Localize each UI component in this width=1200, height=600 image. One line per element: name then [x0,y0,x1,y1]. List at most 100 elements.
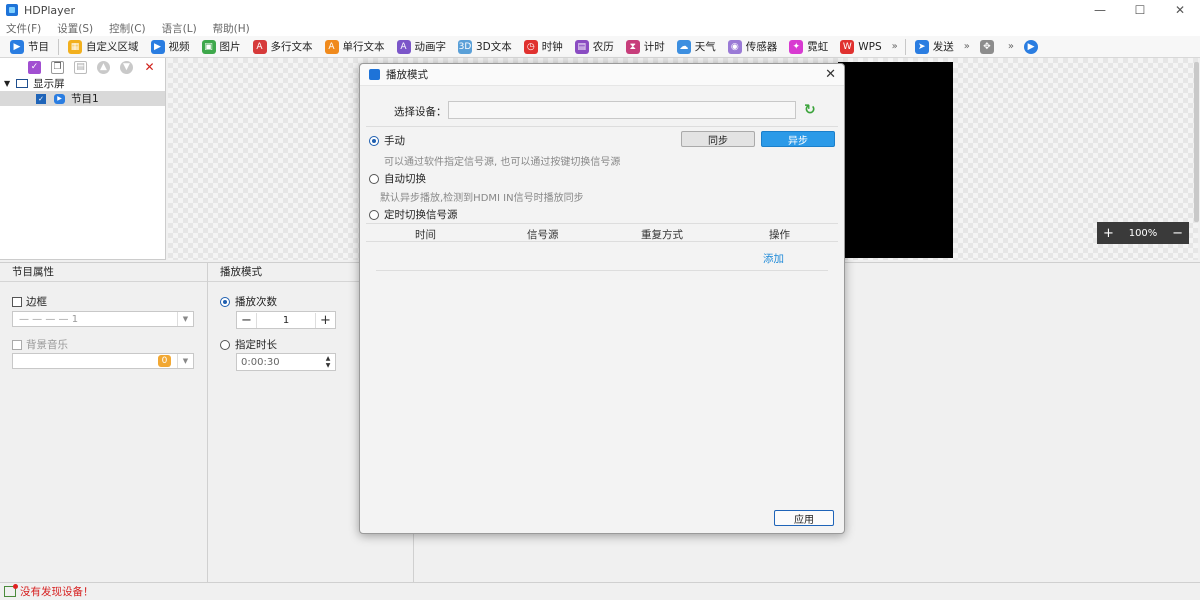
toolbar-wps-button[interactable]: W WPS [834,36,887,58]
menu-language[interactable]: 语言(L) [162,21,197,36]
play-count-radio[interactable] [220,296,230,307]
toolbar-item-label: 视频 [168,41,190,53]
border-select[interactable]: — — — — 1 ▼ [12,311,194,327]
clock-icon: ◷ [523,39,538,54]
program-checkbox[interactable]: ✓ [36,93,46,104]
toolbar-animated-text-button[interactable]: A 动画字 [391,36,453,58]
toolbar-weather-button[interactable]: ☁ 天气 [671,36,722,58]
program-tree-panel: ✓ ❐ ▤ ▲ ▼ ✕ ▼ 显示屏 ✓ ▶ 节目1 [0,58,166,260]
chevron-down-icon[interactable]: ▼ [177,312,193,326]
app-logo-icon [6,4,18,16]
close-icon[interactable]: ✕ [825,67,836,82]
border-label: 边框 [26,296,47,308]
play-circle-icon: ▶ [1024,39,1039,54]
play-preview-button[interactable]: ▶ [1018,36,1048,58]
toolbar-more-button[interactable]: » [888,41,902,52]
device-select[interactable] [448,101,796,119]
3d-text-icon: 3D [458,39,472,54]
auto-switch-radio-row[interactable]: 自动切换 [369,171,426,186]
tree-item-screen[interactable]: ▼ 显示屏 [0,76,165,91]
chevron-down-icon[interactable]: ▼ [177,354,193,368]
menu-help[interactable]: 帮助(H) [213,21,250,36]
program-props-header: 节目属性 [0,262,207,282]
spin-arrows-icon[interactable]: ▲ ▼ [321,355,335,369]
decrement-button[interactable]: − [237,312,257,328]
play-count-radio-row[interactable]: 播放次数 [220,294,277,309]
toolbar-more-button[interactable]: » [1004,41,1018,52]
toolbar-item-label: 天气 [694,41,716,53]
increment-button[interactable]: + [315,312,335,328]
toolbar-clock-button[interactable]: ◷ 时钟 [518,36,569,58]
toolbar-neon-button[interactable]: ✦ 霓虹 [783,36,834,58]
canvas-scrollbar[interactable] [1194,62,1199,222]
move-down-icon[interactable]: ▼ [120,60,133,74]
duration-value[interactable]: 0:00:30 [237,357,321,368]
delete-icon[interactable]: ✕ [143,60,156,74]
move-up-icon[interactable]: ▲ [97,60,110,74]
play-count-stepper[interactable]: − 1 + [236,311,336,329]
tree-toolbar: ✓ ❐ ▤ ▲ ▼ ✕ [0,58,165,76]
manual-radio-row[interactable]: 手动 [369,133,405,148]
menu-file[interactable]: 文件(F) [6,21,41,36]
apply-button[interactable]: 应用 [774,510,834,526]
toolbar-item-label: WPS [858,40,882,53]
select-all-icon[interactable]: ✓ [28,60,41,74]
toolbar-sensor-button[interactable]: ◉ 传感器 [722,36,784,58]
play-icon: ▶ [150,39,165,54]
pane-divider [207,262,208,582]
copy-icon[interactable]: ❐ [51,60,64,74]
paste-icon[interactable]: ▤ [74,60,87,74]
display-preview[interactable] [838,62,953,258]
toolbar-hourglass-button[interactable]: ⧗ 计时 [620,36,671,58]
toolbar-single-text-button[interactable]: A 单行文本 [319,36,391,58]
duration-radio-row[interactable]: 指定时长 [220,337,277,352]
play-mode-dialog: 播放模式 ✕ 选择设备： ↻ 手动 同步 异步 可以通过软件指定信号源, 也可以… [359,63,845,534]
timed-switch-radio-row[interactable]: 定时切换信号源 [369,207,458,222]
duration-radio[interactable] [220,339,230,350]
toolbar-item-label: 自定义区域 [86,41,139,53]
border-checkbox-row[interactable]: 边框 [12,294,47,309]
toolbar-grid-button[interactable]: ▦ 自定义区域 [62,36,145,58]
divider [366,126,838,127]
move-button[interactable]: ✥ [974,36,1004,58]
manual-radio[interactable] [369,135,379,146]
close-button[interactable]: ✕ [1160,0,1200,20]
maximize-button[interactable]: ☐ [1120,0,1160,20]
toolbar-item-label: 传感器 [745,41,778,53]
dialog-title-bar: 播放模式 ✕ [360,64,844,86]
play-count-label: 播放次数 [235,296,277,308]
dialog-app-icon [369,69,380,80]
toolbar-more-button[interactable]: » [960,41,974,52]
chevron-down-icon[interactable]: ▼ [4,79,10,88]
single-text-icon: A [324,39,339,54]
menu-settings[interactable]: 设置(S) [57,21,93,36]
minimize-button[interactable]: — [1080,0,1120,20]
toolbar-image-button[interactable]: ▣ 图片 [196,36,247,58]
toolbar-3d-text-button[interactable]: 3D 3D文本 [452,36,518,58]
zoom-in-button[interactable]: + [1103,226,1114,241]
bg-music-checkbox-row[interactable]: 背景音乐 [12,337,68,352]
async-button[interactable]: 异步 [761,131,835,147]
toolbar-play-button[interactable]: ▶ 视频 [145,36,196,58]
timed-switch-radio[interactable] [369,209,379,220]
duration-spinbox[interactable]: 0:00:30 ▲ ▼ [236,353,336,371]
sync-button[interactable]: 同步 [681,131,755,147]
menu-control[interactable]: 控制(C) [109,21,146,36]
tree-item-program[interactable]: ✓ ▶ 节目1 [0,91,165,106]
toolbar-lunar-calendar-button[interactable]: ▤ 农历 [569,36,620,58]
play-count-value[interactable]: 1 [257,315,315,326]
send-button-label: 发送 [932,41,954,53]
toolbar-separator [904,38,906,55]
bg-music-select[interactable]: 0 ▼ [12,353,194,369]
program-button[interactable]: ▶ 节目 [0,36,55,58]
border-checkbox[interactable] [12,296,22,307]
auto-switch-radio[interactable] [369,173,379,184]
zoom-out-button[interactable]: − [1172,226,1183,241]
bg-music-checkbox[interactable] [12,339,22,350]
add-link[interactable]: 添加 [763,251,784,266]
send-button[interactable]: ➤ 发送 [909,36,960,58]
toolbar-multiline-text-button[interactable]: A 多行文本 [247,36,319,58]
refresh-icon[interactable]: ↻ [804,102,816,118]
animated-text-icon: A [396,39,411,54]
zoom-control: + 100% − [1097,222,1189,244]
